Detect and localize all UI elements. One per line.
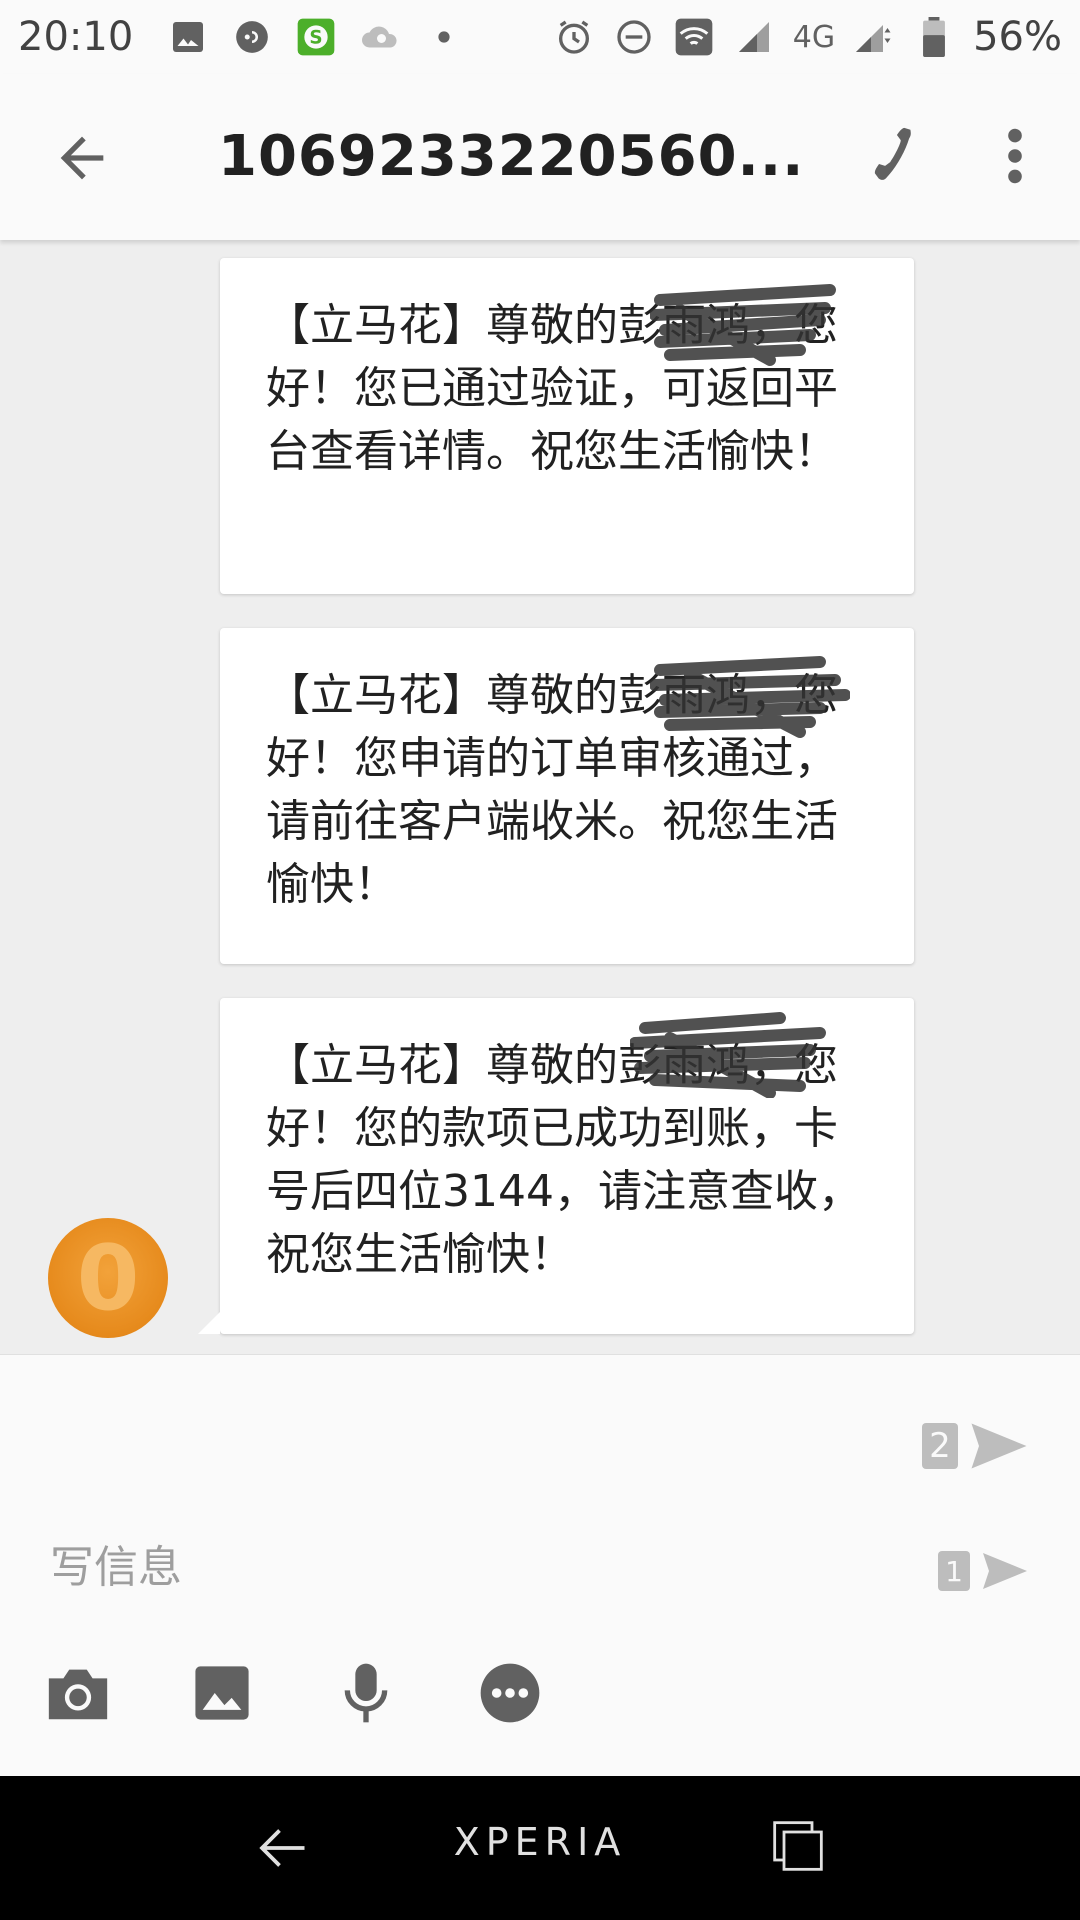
back-arrow-icon[interactable] [50, 126, 114, 190]
status-time: 20:10 [18, 14, 134, 60]
message-bubble[interactable]: 【立马花】尊敬的彭雨鸿，您好！您的款项已成功到账，卡号后四位3144，请注意查收… [198, 998, 914, 1334]
battery-percent: 56% [973, 14, 1062, 60]
message-input[interactable]: 写信息 [50, 1523, 850, 1603]
compose-area: 2 写信息 1 [0, 1354, 1080, 1776]
send-icon [983, 1553, 1027, 1589]
network-type: 4G [792, 19, 836, 55]
battery-icon [913, 16, 955, 58]
message-bubble[interactable]: 【立马花】尊敬的彭雨鸿，您好！您已通过验证，可返回平台查看详情。祝您生活愉快！ [220, 258, 914, 594]
more-horiz-icon[interactable] [472, 1655, 548, 1731]
app-s-icon: S [295, 16, 337, 58]
more-vert-icon[interactable] [995, 122, 1035, 190]
signal-icon [733, 16, 775, 58]
conversation-title: 1069233220560... [218, 124, 805, 189]
camera-icon[interactable] [40, 1655, 116, 1731]
system-icons: 4G 56% [553, 14, 1062, 60]
sim1-badge: 1 [938, 1551, 970, 1591]
app-bar: 1069233220560... [0, 74, 1080, 240]
nav-back-icon[interactable] [252, 1818, 312, 1878]
phone-icon[interactable] [858, 122, 926, 190]
navigation-bar: XPERIA [0, 1776, 1080, 1920]
dnd-icon [613, 16, 655, 58]
sender-avatar[interactable]: 0 [48, 1218, 168, 1338]
message-text: 【立马花】尊敬的彭雨鸿，您好！您申请的订单审核通过，请前往客户端收米。祝您生活愉… [266, 670, 838, 910]
message-text: 【立马花】尊敬的彭雨鸿，您好！您已通过验证，可返回平台查看详情。祝您生活愉快！ [266, 300, 838, 477]
image-icon[interactable] [184, 1655, 260, 1731]
send-sim1-button[interactable]: 1 [938, 1551, 1030, 1591]
wifi-icon [673, 16, 715, 58]
avatar-letter: 0 [76, 1225, 140, 1331]
chat-icon [231, 16, 273, 58]
send-sim2-button[interactable]: 2 [922, 1421, 1030, 1471]
signal-icon-2 [853, 16, 895, 58]
notification-icons: S [167, 16, 465, 58]
status-bar: 20:10 S 4G 56% [0, 0, 1080, 74]
message-list[interactable]: 【立马花】尊敬的彭雨鸿，您好！您已通过验证，可返回平台查看详情。祝您生活愉快！ … [0, 240, 1080, 1352]
image-icon [167, 16, 209, 58]
message-text: 【立马花】尊敬的彭雨鸿，您好！您的款项已成功到账，卡号后四位3144，请注意查收… [266, 1040, 862, 1280]
nav-recents-icon[interactable] [770, 1818, 826, 1874]
mic-icon[interactable] [328, 1655, 404, 1731]
send-icon [971, 1423, 1027, 1469]
sim2-badge: 2 [922, 1423, 958, 1469]
brand-label: XPERIA [453, 1820, 627, 1864]
cloud-icon [359, 16, 401, 58]
dot-icon [423, 16, 465, 58]
alarm-icon [553, 16, 595, 58]
svg-text:S: S [310, 28, 323, 49]
message-bubble[interactable]: 【立马花】尊敬的彭雨鸿，您好！您申请的订单审核通过，请前往客户端收米。祝您生活愉… [220, 628, 914, 964]
attachment-bar [40, 1655, 548, 1731]
